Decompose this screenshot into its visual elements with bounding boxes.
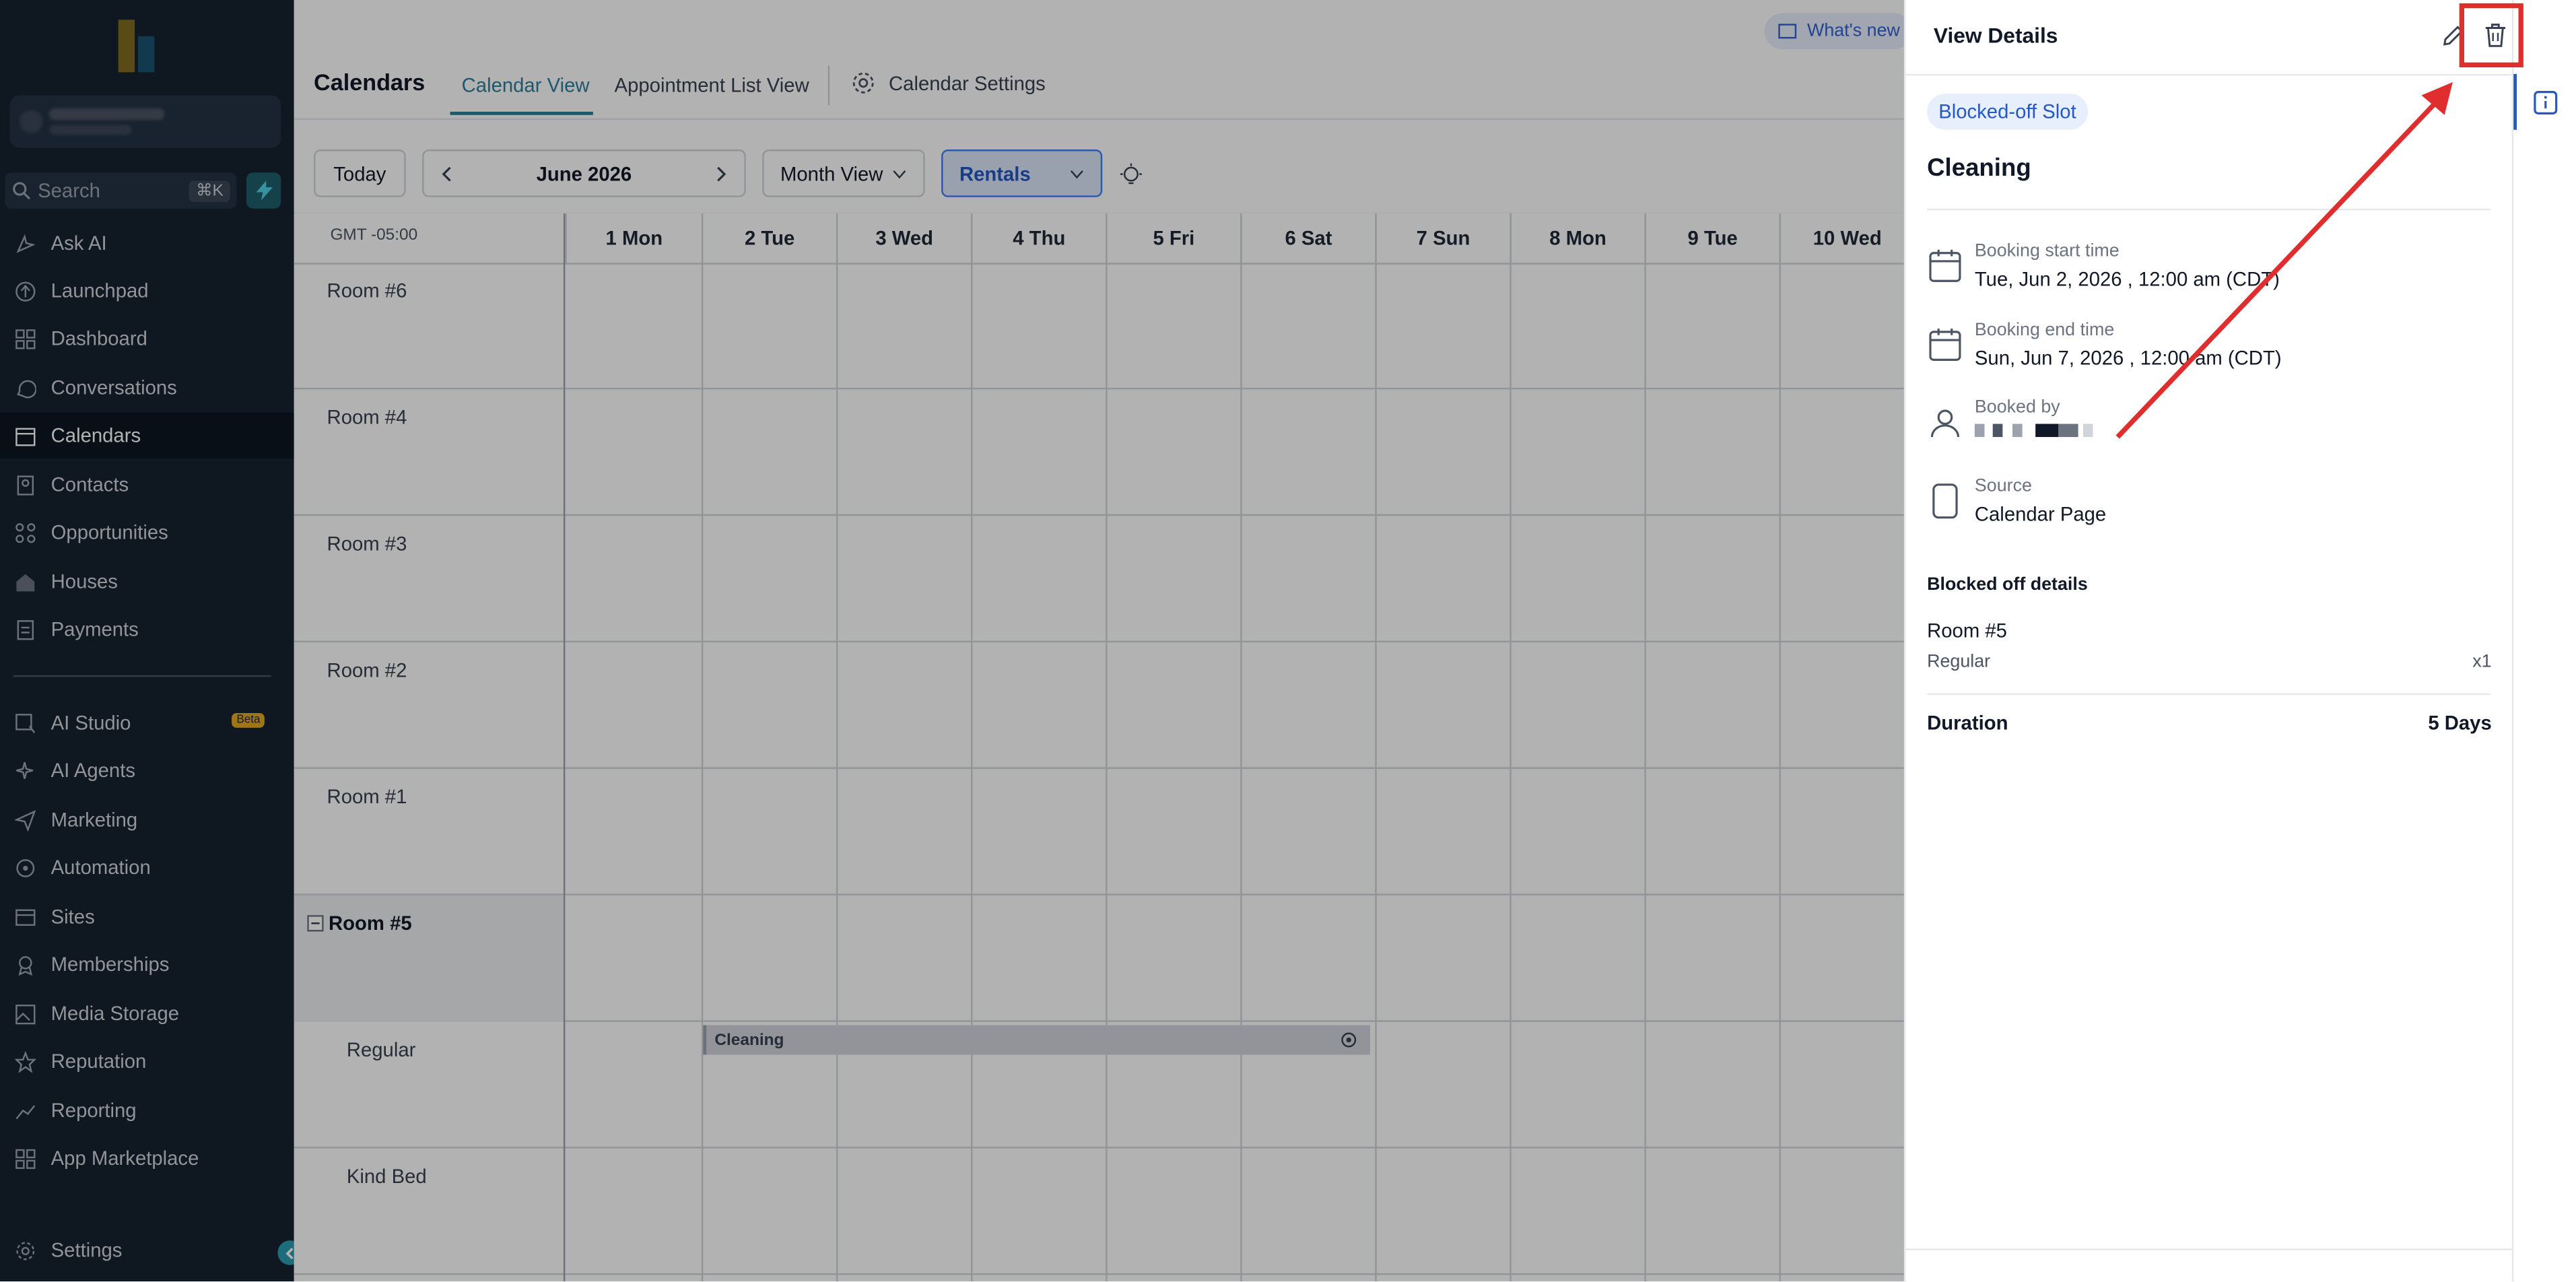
status-badge: Blocked-off Slot <box>1927 94 2088 130</box>
duration-label: Duration <box>1927 711 2008 735</box>
user-icon <box>1930 409 1960 438</box>
view-details-panel: View Details Blocked-off Slot Cleaning B… <box>1903 0 2556 1282</box>
booking-end-row: Booking end time Sun, Jun 7, 2026 , 12:0… <box>1927 320 2490 386</box>
blocked-room-type: Regular <box>1927 652 1991 672</box>
modal-backdrop[interactable] <box>0 0 1904 1282</box>
booking-start-label: Booking start time <box>1974 241 2120 261</box>
device-icon <box>1932 483 1958 519</box>
booking-end-value: Sun, Jun 7, 2026 , 12:00 am (CDT) <box>1974 346 2282 370</box>
panel-side-rail <box>2511 0 2576 1282</box>
divider <box>1905 1248 2514 1250</box>
divider <box>1927 693 2491 696</box>
active-rail-indicator <box>2513 73 2517 130</box>
booked-by-label: Booked by <box>1974 397 2060 417</box>
section-title: Blocked off details <box>1927 575 2088 595</box>
booking-start-value: Tue, Jun 2, 2026 , 12:00 am (CDT) <box>1974 267 2280 291</box>
source-row: Source Calendar Page <box>1927 477 2490 543</box>
divider <box>1927 208 2491 211</box>
booking-start-row: Booking start time Tue, Jun 2, 2026 , 12… <box>1927 242 2490 308</box>
panel-header: View Details <box>1905 0 2556 76</box>
duration-value: 5 Days <box>2428 711 2492 735</box>
panel-title: View Details <box>1933 23 2058 48</box>
calendar-icon <box>1929 328 1961 361</box>
info-icon[interactable] <box>2533 90 2558 115</box>
booking-end-label: Booking end time <box>1974 320 2115 341</box>
blocked-quantity: x1 <box>2472 652 2492 672</box>
source-value: Calendar Page <box>1974 502 2107 526</box>
source-label: Source <box>1974 476 2032 496</box>
booked-by-row: Booked by <box>1927 397 2490 463</box>
highlight-box <box>2459 3 2523 68</box>
event-name: Cleaning <box>1927 154 2031 182</box>
calendar-icon <box>1929 249 1961 282</box>
blocked-room: Room #5 <box>1927 619 2007 643</box>
